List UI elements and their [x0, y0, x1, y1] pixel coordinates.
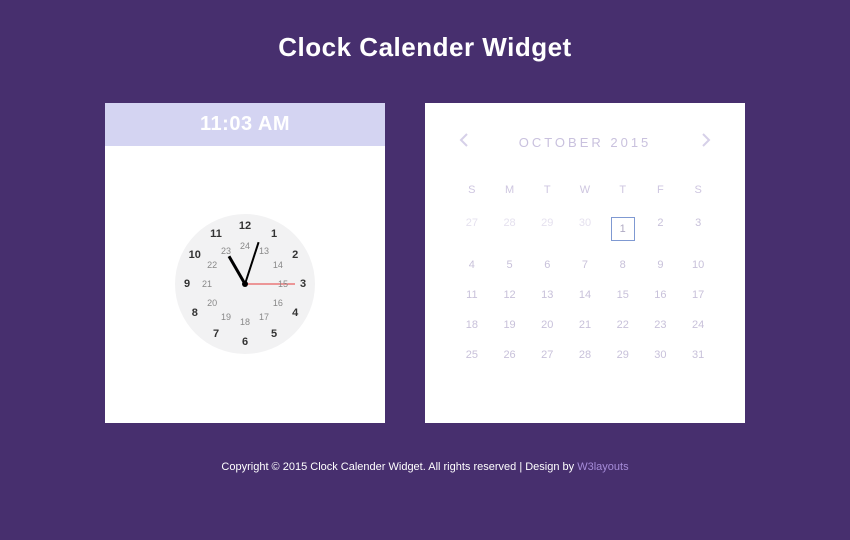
clock-hour-9: 9 — [184, 278, 190, 290]
clock-hour-12: 12 — [239, 220, 251, 232]
clock-hour-14: 14 — [273, 260, 283, 270]
clock-hour-1: 1 — [271, 228, 277, 240]
clock-hour-19: 19 — [221, 312, 231, 322]
calendar-day[interactable]: 19 — [491, 310, 529, 340]
dow-header: F — [642, 178, 680, 208]
footer: Copyright © 2015 Clock Calender Widget. … — [221, 461, 628, 473]
clock-hour-13: 13 — [259, 246, 269, 256]
calendar-day[interactable]: 21 — [566, 310, 604, 340]
calendar-day[interactable]: 17 — [679, 280, 717, 310]
calendar-day[interactable]: 22 — [604, 310, 642, 340]
clock-hour-4: 4 — [292, 307, 298, 319]
dow-header: W — [566, 178, 604, 208]
clock-hour-24: 24 — [240, 241, 250, 251]
calendar-day[interactable]: 2 — [642, 208, 680, 250]
calendar-day[interactable]: 29 — [528, 208, 566, 250]
clock-hour-23: 23 — [221, 246, 231, 256]
clock-hour-2: 2 — [292, 249, 298, 261]
clock-hour-7: 7 — [213, 328, 219, 340]
clock-hour-17: 17 — [259, 312, 269, 322]
calendar-day[interactable]: 28 — [566, 340, 604, 370]
calendar-card: OCTOBER 2015 SMTWTFS27282930123456789101… — [425, 103, 745, 423]
calendar-header: OCTOBER 2015 — [453, 129, 717, 156]
month-label: OCTOBER 2015 — [519, 135, 652, 150]
calendar-day[interactable]: 6 — [528, 250, 566, 280]
card-row: 11:03 AM 1212345678910112413141516171819… — [105, 103, 745, 423]
calendar-day[interactable]: 7 — [566, 250, 604, 280]
dow-header: T — [604, 178, 642, 208]
page-title: Clock Calender Widget — [278, 32, 571, 63]
calendar-day[interactable]: 25 — [453, 340, 491, 370]
calendar-day[interactable]: 4 — [453, 250, 491, 280]
calendar-grid: SMTWTFS272829301234567891011121314151617… — [453, 178, 717, 370]
clock-card: 11:03 AM 1212345678910112413141516171819… — [105, 103, 385, 423]
calendar-day[interactable]: 14 — [566, 280, 604, 310]
calendar-day[interactable]: 16 — [642, 280, 680, 310]
calendar-day[interactable]: 31 — [679, 340, 717, 370]
w3layouts-link[interactable]: W3layouts — [577, 461, 628, 473]
clock-hour-5: 5 — [271, 328, 277, 340]
clock-hour-3: 3 — [300, 278, 306, 290]
calendar-day[interactable]: 9 — [642, 250, 680, 280]
calendar-day[interactable]: 30 — [642, 340, 680, 370]
calendar-day[interactable]: 3 — [679, 208, 717, 250]
calendar-day[interactable]: 23 — [642, 310, 680, 340]
calendar-day[interactable]: 26 — [491, 340, 529, 370]
clock-hour-18: 18 — [240, 317, 250, 327]
calendar-day[interactable]: 28 — [491, 208, 529, 250]
dow-header: T — [528, 178, 566, 208]
prev-month-button[interactable] — [453, 129, 474, 156]
calendar-day[interactable]: 1 — [604, 208, 642, 250]
dow-header: S — [679, 178, 717, 208]
clock-hour-20: 20 — [207, 298, 217, 308]
dow-header: S — [453, 178, 491, 208]
calendar-day[interactable]: 5 — [491, 250, 529, 280]
clock-center — [242, 281, 248, 287]
copyright-text: Copyright © 2015 Clock Calender Widget. … — [221, 461, 577, 473]
calendar-day[interactable]: 12 — [491, 280, 529, 310]
next-month-button[interactable] — [696, 129, 717, 156]
calendar-day[interactable]: 24 — [679, 310, 717, 340]
clock-body: 121234567891011241314151617181920212223 — [105, 146, 385, 422]
clock-hour-11: 11 — [210, 228, 222, 240]
calendar-day[interactable]: 18 — [453, 310, 491, 340]
calendar-day[interactable]: 30 — [566, 208, 604, 250]
clock-face: 121234567891011241314151617181920212223 — [175, 214, 315, 354]
calendar-day[interactable]: 20 — [528, 310, 566, 340]
calendar-day[interactable]: 27 — [528, 340, 566, 370]
calendar-day[interactable]: 15 — [604, 280, 642, 310]
calendar-day[interactable]: 10 — [679, 250, 717, 280]
clock-hour-15: 15 — [278, 279, 288, 289]
clock-hour-6: 6 — [242, 336, 248, 348]
clock-hour-8: 8 — [192, 307, 198, 319]
clock-time: 11:03 AM — [105, 103, 385, 146]
calendar-day[interactable]: 13 — [528, 280, 566, 310]
clock-hour-22: 22 — [207, 260, 217, 270]
clock-hour-10: 10 — [189, 249, 201, 261]
clock-hour-16: 16 — [273, 298, 283, 308]
calendar-day[interactable]: 11 — [453, 280, 491, 310]
calendar-day[interactable]: 29 — [604, 340, 642, 370]
clock-hour-21: 21 — [202, 279, 212, 289]
dow-header: M — [491, 178, 529, 208]
calendar-day[interactable]: 8 — [604, 250, 642, 280]
calendar-day[interactable]: 27 — [453, 208, 491, 250]
